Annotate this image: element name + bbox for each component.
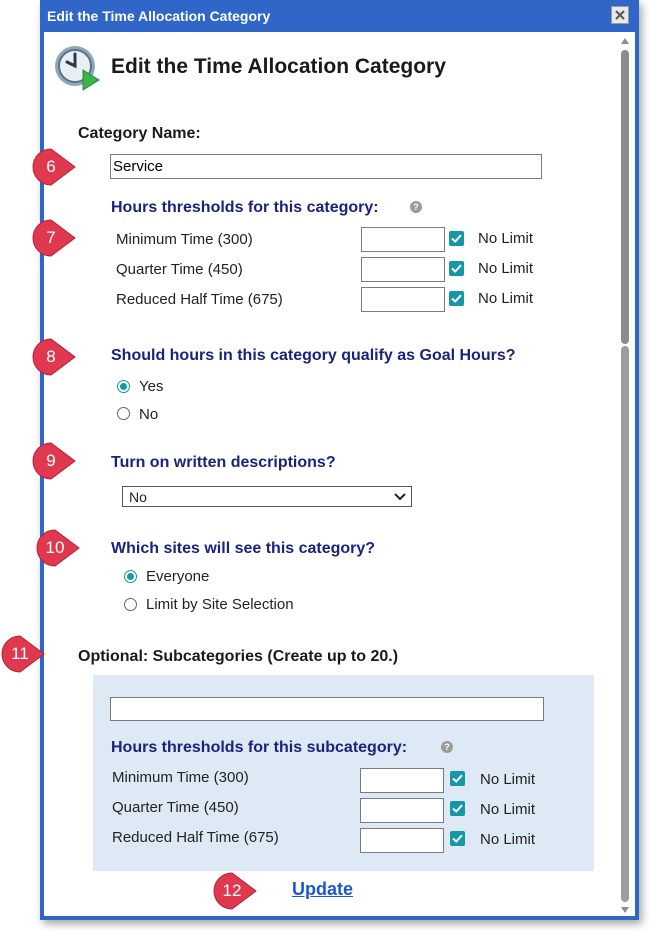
threshold-input-quarter[interactable] xyxy=(361,257,445,282)
threshold-label-reduced-half: Reduced Half Time (675) xyxy=(116,291,283,308)
help-icon[interactable]: ? xyxy=(441,741,453,753)
goal-hours-no-label[interactable]: No xyxy=(139,406,158,423)
subcategories-label: Optional: Subcategories (Create up to 20… xyxy=(78,648,399,665)
dialog-titlebar: Edit the Time Allocation Category xyxy=(40,0,639,32)
subcategory-thresholds-heading: Hours thresholds for this subcategory: xyxy=(111,739,408,756)
callout-number: 9 xyxy=(46,451,56,470)
help-icon[interactable]: ? xyxy=(410,201,422,213)
threshold-label-minimum: Minimum Time (300) xyxy=(116,231,253,248)
callout-number: 7 xyxy=(46,228,56,247)
no-limit-label: No Limit xyxy=(478,290,534,307)
scrollbar-thumb[interactable] xyxy=(621,50,629,344)
sites-everyone-radio[interactable] xyxy=(124,570,137,583)
page-title: Edit the Time Allocation Category xyxy=(111,55,446,78)
sub-threshold-label-minimum: Minimum Time (300) xyxy=(112,769,249,786)
no-limit-label: No Limit xyxy=(480,801,536,818)
no-limit-checkbox-minimum[interactable] xyxy=(449,231,464,246)
callout-number: 8 xyxy=(46,347,56,366)
close-button[interactable] xyxy=(611,6,629,24)
close-icon xyxy=(615,10,625,20)
sites-everyone-label[interactable]: Everyone xyxy=(146,568,209,585)
sub-no-limit-checkbox-quarter[interactable] xyxy=(450,801,465,816)
sites-limit-radio[interactable] xyxy=(124,598,137,611)
goal-hours-no-radio[interactable] xyxy=(117,407,130,420)
no-limit-checkbox-quarter[interactable] xyxy=(449,261,464,276)
sub-threshold-input-reduced-half[interactable] xyxy=(360,828,444,853)
chevron-down-icon xyxy=(394,493,406,501)
descriptions-question: Turn on written descriptions? xyxy=(111,454,336,471)
subcategory-name-input[interactable] xyxy=(110,697,544,721)
goal-hours-yes-label[interactable]: Yes xyxy=(139,378,163,395)
sub-no-limit-checkbox-reduced-half[interactable] xyxy=(450,831,465,846)
scroll-down-arrow-icon[interactable] xyxy=(621,907,629,913)
goal-hours-question: Should hours in this category qualify as… xyxy=(111,347,516,364)
category-name-label: Category Name: xyxy=(78,125,201,142)
dialog-title: Edit the Time Allocation Category xyxy=(47,8,271,24)
no-limit-label: No Limit xyxy=(480,771,536,788)
no-limit-label: No Limit xyxy=(480,831,536,848)
callout-number: 6 xyxy=(46,157,56,176)
callout-number: 12 xyxy=(222,881,242,900)
category-thresholds-heading: Hours thresholds for this category: xyxy=(111,199,379,216)
callout-number: 10 xyxy=(45,538,65,557)
descriptions-select[interactable]: No xyxy=(122,486,412,507)
callout-number: 11 xyxy=(11,644,29,663)
sub-threshold-input-quarter[interactable] xyxy=(360,798,444,823)
scrollbar-track[interactable] xyxy=(621,346,629,902)
sub-threshold-label-reduced-half: Reduced Half Time (675) xyxy=(112,829,279,846)
threshold-label-quarter: Quarter Time (450) xyxy=(116,261,243,278)
threshold-input-reduced-half[interactable] xyxy=(361,287,445,312)
no-limit-label: No Limit xyxy=(478,230,534,247)
scroll-up-arrow-icon[interactable] xyxy=(621,38,629,44)
no-limit-label: No Limit xyxy=(478,260,534,277)
update-link[interactable]: Update xyxy=(292,879,353,900)
sites-limit-label[interactable]: Limit by Site Selection xyxy=(146,596,294,613)
sub-threshold-input-minimum[interactable] xyxy=(360,768,444,793)
sub-no-limit-checkbox-minimum[interactable] xyxy=(450,771,465,786)
clock-play-icon xyxy=(55,46,100,91)
goal-hours-yes-radio[interactable] xyxy=(117,380,130,393)
category-name-input[interactable] xyxy=(110,154,542,179)
sub-threshold-label-quarter: Quarter Time (450) xyxy=(112,799,239,816)
descriptions-selected-value: No xyxy=(129,489,147,505)
no-limit-checkbox-reduced-half[interactable] xyxy=(449,291,464,306)
threshold-input-minimum[interactable] xyxy=(361,227,445,252)
sites-question: Which sites will see this category? xyxy=(111,540,376,557)
